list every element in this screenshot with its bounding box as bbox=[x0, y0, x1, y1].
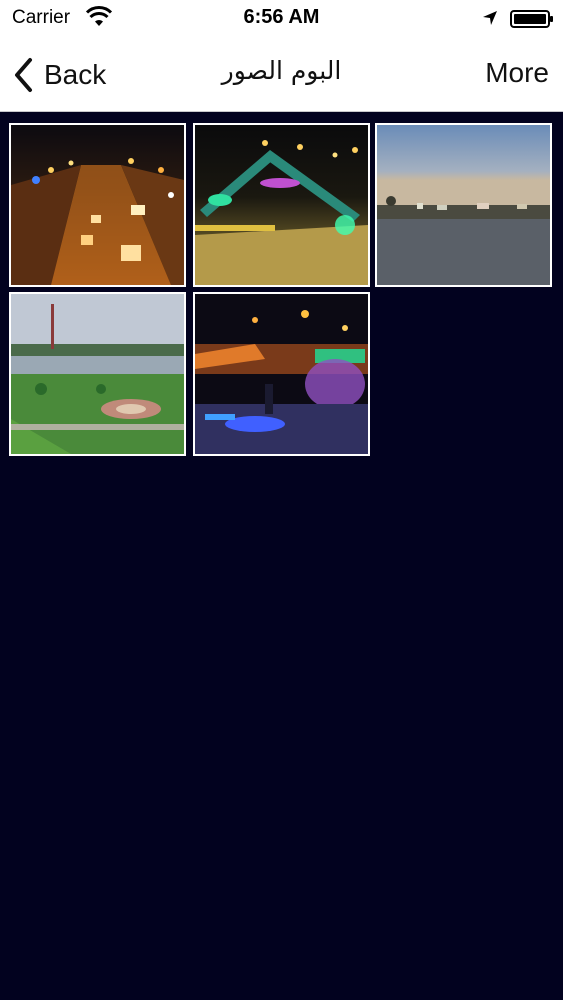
status-bar: Carrier 6:56 AM bbox=[0, 0, 563, 36]
photo-grid bbox=[0, 112, 563, 1000]
page-title: البوم الصور bbox=[221, 56, 342, 85]
city-street-night-image bbox=[11, 125, 184, 285]
lit-monument-night-image bbox=[195, 125, 368, 285]
more-button[interactable]: More bbox=[485, 57, 549, 89]
navigation-bar: Back البوم الصور More bbox=[0, 36, 563, 112]
photo-thumbnail[interactable] bbox=[9, 292, 186, 456]
park-lights-night-image bbox=[195, 294, 368, 454]
photo-thumbnail[interactable] bbox=[375, 123, 552, 287]
status-time: 6:56 AM bbox=[243, 6, 320, 28]
battery-icon bbox=[510, 10, 553, 28]
photo-thumbnail[interactable] bbox=[193, 292, 370, 456]
location-icon bbox=[483, 11, 497, 25]
river-dusk-image bbox=[377, 125, 550, 285]
photo-thumbnail[interactable] bbox=[193, 123, 370, 287]
riverside-garden-image bbox=[11, 294, 184, 454]
photo-thumbnail[interactable] bbox=[9, 123, 186, 287]
